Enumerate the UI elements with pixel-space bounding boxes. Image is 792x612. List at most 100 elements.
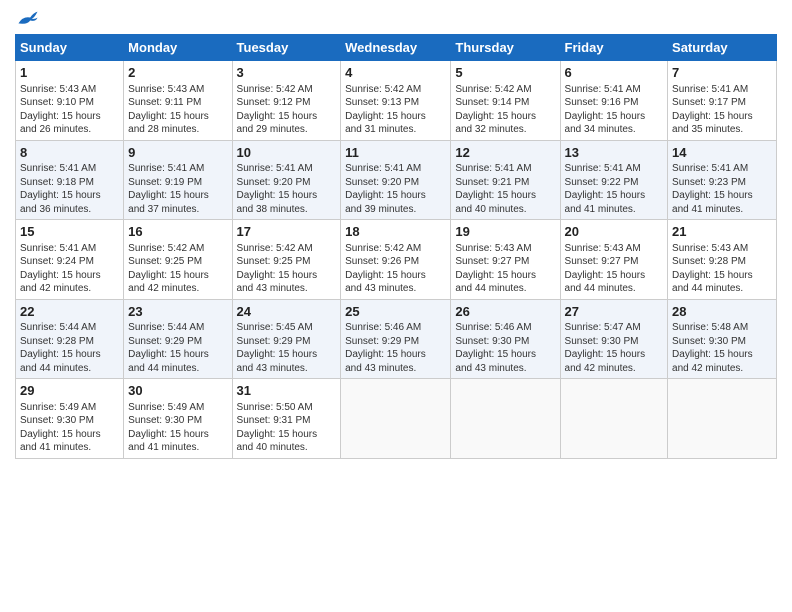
day-info: Daylight: 15 hours (20, 269, 119, 283)
day-info: Sunrise: 5:41 AM (345, 162, 446, 176)
calendar-cell: 27Sunrise: 5:47 AMSunset: 9:30 PMDayligh… (560, 299, 668, 379)
header-cell-sunday: Sunday (16, 35, 124, 61)
day-info: Sunset: 9:28 PM (20, 335, 119, 349)
calendar-cell: 1Sunrise: 5:43 AMSunset: 9:10 PMDaylight… (16, 61, 124, 141)
calendar-cell: 31Sunrise: 5:50 AMSunset: 9:31 PMDayligh… (232, 379, 341, 459)
day-info: Sunrise: 5:43 AM (20, 83, 119, 97)
calendar-cell: 5Sunrise: 5:42 AMSunset: 9:14 PMDaylight… (451, 61, 560, 141)
day-info: Sunset: 9:11 PM (128, 96, 227, 110)
calendar-cell: 2Sunrise: 5:43 AMSunset: 9:11 PMDaylight… (124, 61, 232, 141)
day-info: and 36 minutes. (20, 203, 119, 217)
day-info: Sunset: 9:14 PM (455, 96, 555, 110)
day-info: Sunrise: 5:41 AM (237, 162, 337, 176)
day-info: Sunrise: 5:42 AM (455, 83, 555, 97)
day-info: and 43 minutes. (237, 362, 337, 376)
day-info: and 43 minutes. (237, 282, 337, 296)
day-info: Sunrise: 5:42 AM (345, 83, 446, 97)
page: SundayMondayTuesdayWednesdayThursdayFrid… (0, 0, 792, 612)
day-info: Daylight: 15 hours (128, 428, 227, 442)
day-info: and 32 minutes. (455, 123, 555, 137)
day-info: Sunset: 9:30 PM (565, 335, 664, 349)
calendar-cell: 11Sunrise: 5:41 AMSunset: 9:20 PMDayligh… (341, 140, 451, 220)
day-info: Sunrise: 5:47 AM (565, 321, 664, 335)
day-info: Daylight: 15 hours (455, 189, 555, 203)
day-number: 4 (345, 64, 446, 82)
day-info: and 43 minutes. (345, 282, 446, 296)
day-info: Sunset: 9:25 PM (128, 255, 227, 269)
calendar-cell: 4Sunrise: 5:42 AMSunset: 9:13 PMDaylight… (341, 61, 451, 141)
day-info: and 41 minutes. (672, 203, 772, 217)
day-info: Sunset: 9:28 PM (672, 255, 772, 269)
day-info: Sunset: 9:10 PM (20, 96, 119, 110)
calendar-cell: 22Sunrise: 5:44 AMSunset: 9:28 PMDayligh… (16, 299, 124, 379)
day-number: 8 (20, 144, 119, 162)
day-info: Sunrise: 5:43 AM (565, 242, 664, 256)
day-info: Daylight: 15 hours (672, 189, 772, 203)
day-info: Sunset: 9:25 PM (237, 255, 337, 269)
day-info: and 42 minutes. (20, 282, 119, 296)
day-info: Daylight: 15 hours (128, 189, 227, 203)
day-info: and 42 minutes. (128, 282, 227, 296)
day-info: Sunset: 9:23 PM (672, 176, 772, 190)
day-info: Sunrise: 5:49 AM (128, 401, 227, 415)
day-info: Sunset: 9:20 PM (345, 176, 446, 190)
day-number: 23 (128, 303, 227, 321)
day-number: 2 (128, 64, 227, 82)
header-cell-saturday: Saturday (668, 35, 777, 61)
day-number: 11 (345, 144, 446, 162)
day-info: and 43 minutes. (455, 362, 555, 376)
calendar-cell (560, 379, 668, 459)
day-info: Sunset: 9:17 PM (672, 96, 772, 110)
day-info: Sunset: 9:31 PM (237, 414, 337, 428)
day-number: 7 (672, 64, 772, 82)
day-info: Daylight: 15 hours (237, 348, 337, 362)
day-info: Sunset: 9:13 PM (345, 96, 446, 110)
calendar-cell: 29Sunrise: 5:49 AMSunset: 9:30 PMDayligh… (16, 379, 124, 459)
day-info: Daylight: 15 hours (20, 348, 119, 362)
day-info: and 38 minutes. (237, 203, 337, 217)
day-info: Daylight: 15 hours (345, 110, 446, 124)
calendar-cell: 28Sunrise: 5:48 AMSunset: 9:30 PMDayligh… (668, 299, 777, 379)
header-cell-thursday: Thursday (451, 35, 560, 61)
day-number: 20 (565, 223, 664, 241)
day-info: and 26 minutes. (20, 123, 119, 137)
day-info: and 40 minutes. (237, 441, 337, 455)
calendar-cell: 13Sunrise: 5:41 AMSunset: 9:22 PMDayligh… (560, 140, 668, 220)
day-info: Sunset: 9:30 PM (128, 414, 227, 428)
day-info: Sunrise: 5:41 AM (672, 162, 772, 176)
day-number: 29 (20, 382, 119, 400)
day-number: 5 (455, 64, 555, 82)
day-info: Daylight: 15 hours (237, 110, 337, 124)
day-number: 21 (672, 223, 772, 241)
day-info: Sunrise: 5:45 AM (237, 321, 337, 335)
day-info: Sunset: 9:24 PM (20, 255, 119, 269)
day-info: Sunrise: 5:43 AM (672, 242, 772, 256)
day-info: Sunset: 9:27 PM (455, 255, 555, 269)
header (15, 10, 777, 28)
day-info: Daylight: 15 hours (565, 189, 664, 203)
week-row-4: 22Sunrise: 5:44 AMSunset: 9:28 PMDayligh… (16, 299, 777, 379)
day-info: Sunset: 9:29 PM (128, 335, 227, 349)
calendar-cell: 20Sunrise: 5:43 AMSunset: 9:27 PMDayligh… (560, 220, 668, 300)
day-number: 18 (345, 223, 446, 241)
header-cell-tuesday: Tuesday (232, 35, 341, 61)
day-info: Sunset: 9:29 PM (345, 335, 446, 349)
calendar-cell: 14Sunrise: 5:41 AMSunset: 9:23 PMDayligh… (668, 140, 777, 220)
header-cell-monday: Monday (124, 35, 232, 61)
day-number: 9 (128, 144, 227, 162)
day-info: Daylight: 15 hours (455, 269, 555, 283)
day-info: Daylight: 15 hours (345, 189, 446, 203)
day-info: Daylight: 15 hours (565, 110, 664, 124)
header-cell-friday: Friday (560, 35, 668, 61)
day-info: Sunrise: 5:49 AM (20, 401, 119, 415)
day-number: 30 (128, 382, 227, 400)
day-info: Sunrise: 5:41 AM (565, 83, 664, 97)
calendar-cell: 6Sunrise: 5:41 AMSunset: 9:16 PMDaylight… (560, 61, 668, 141)
day-info: Daylight: 15 hours (565, 348, 664, 362)
day-info: and 29 minutes. (237, 123, 337, 137)
week-row-3: 15Sunrise: 5:41 AMSunset: 9:24 PMDayligh… (16, 220, 777, 300)
day-info: Daylight: 15 hours (455, 348, 555, 362)
day-info: Sunrise: 5:41 AM (20, 242, 119, 256)
calendar-cell: 21Sunrise: 5:43 AMSunset: 9:28 PMDayligh… (668, 220, 777, 300)
calendar-cell: 23Sunrise: 5:44 AMSunset: 9:29 PMDayligh… (124, 299, 232, 379)
